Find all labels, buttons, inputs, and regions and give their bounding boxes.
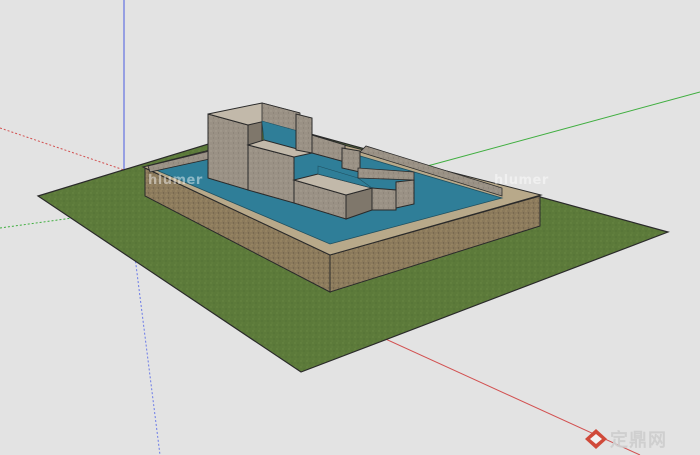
cascade-step-front[interactable] [371,187,397,211]
model-scene[interactable] [0,0,700,455]
cascade-block-tall-front[interactable] [207,113,249,191]
sketchup-viewport[interactable]: hlumer hlumer 定鼎网 [0,0,700,455]
site-logo: 定鼎网 [582,424,700,455]
green-axis-line [419,91,700,169]
diamond-logo-icon [585,429,607,449]
watermark-left: hlumer [148,173,203,188]
cascade-pillar-1[interactable] [295,113,313,154]
red-axis-line-dashed [0,127,131,173]
cascade-pillar-3[interactable] [341,147,361,173]
logo-text: 定鼎网 [610,430,667,451]
watermark-right: hlumer [494,173,549,188]
cascade-step-right[interactable] [395,179,415,209]
